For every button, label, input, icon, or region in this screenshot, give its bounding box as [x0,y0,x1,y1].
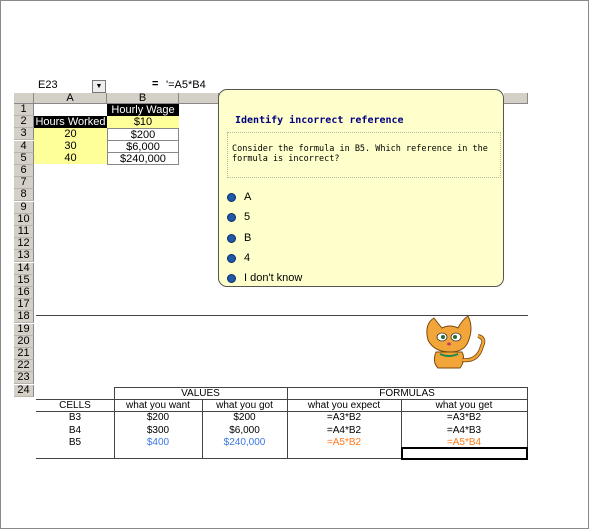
column-header-a[interactable]: A [34,93,107,104]
col-header-what-you-get: what you get [435,400,493,411]
row-header-21[interactable]: 21 [14,348,34,360]
row-header-22[interactable]: 22 [14,360,34,373]
col-header-what-you-got: what you got [216,400,273,411]
row-header-11[interactable]: 11 [14,226,34,238]
table-cell: $240,000 [223,437,266,448]
row-header-10[interactable]: 10 [14,213,34,226]
table-cell: $300 [146,425,170,436]
row-header-20[interactable]: 20 [14,335,34,348]
col-header-what-you-expect: what you expect [307,400,381,411]
cell-b1[interactable]: Hourly Wage [107,104,179,116]
row-header-2[interactable]: 2 [14,116,34,129]
option-4[interactable]: 4 [227,252,250,264]
cell-b5[interactable]: $240,000 [107,152,179,165]
table-cell: $6,000 [229,425,260,436]
cell-a3[interactable]: 20 [34,128,107,140]
row-header-23[interactable]: 23 [14,372,34,385]
column-header-c[interactable] [179,93,219,104]
name-box[interactable]: E23 ▼ [36,79,106,93]
bullet-icon [227,212,236,222]
comparison-table: VALUES FORMULAS CELLS what you want what… [36,387,528,460]
table-cell: =A3*B2 [326,412,362,423]
values-group-header: VALUES [181,388,220,399]
cell-a4[interactable]: 30 [34,140,107,152]
row-header-13[interactable]: 13 [14,250,34,263]
row-header-16[interactable]: 16 [14,287,34,299]
table-cell: =A5*B2 [326,437,362,448]
table-cell: B5 [68,437,82,448]
row-header-4[interactable]: 4 [14,140,34,153]
row-header-24[interactable]: 24 [14,384,34,397]
table-cell: B4 [68,425,82,436]
col-header-cells: CELLS [59,400,91,411]
balloon-title: Identify incorrect reference [235,115,404,126]
table-cell: B3 [68,412,82,423]
bullet-icon [227,192,236,202]
row-header-7[interactable]: 7 [14,177,34,190]
option-a[interactable]: A [227,191,251,203]
bullet-icon [227,253,236,263]
row-header-19[interactable]: 19 [14,323,34,336]
equals-sign: = [152,78,159,90]
table-cell: $400 [146,437,170,448]
bullet-icon [227,233,236,243]
cat-assistant-icon[interactable] [418,310,490,370]
column-header-b[interactable]: B [107,93,179,104]
row-header-8[interactable]: 8 [14,189,34,202]
row-header-9[interactable]: 9 [14,201,34,214]
table-cell: =A4*B2 [326,425,362,436]
balloon-question: Consider the formula in B5. Which refere… [232,144,488,164]
formula-input[interactable]: '=A5*B4 [166,79,206,91]
col-header-what-you-want: what you want [126,400,190,411]
row-header-15[interactable]: 15 [14,274,34,287]
assistant-balloon: Identify incorrect reference Consider th… [218,89,504,287]
table-cell: $200 [233,412,256,423]
row-header-6[interactable]: 6 [14,165,34,177]
table-cell: $200 [146,412,170,423]
bullet-icon [227,273,236,283]
row-header-18[interactable]: 18 [14,311,34,324]
row-header-3[interactable]: 3 [14,128,34,141]
option-i-dont-know[interactable]: I don't know [227,272,302,284]
cell-b2[interactable]: $10 [107,116,179,128]
row-header-14[interactable]: 14 [14,262,34,275]
row-header-1[interactable]: 1 [14,104,34,116]
row-header-12[interactable]: 12 [14,238,34,251]
cell-a5[interactable]: 40 [34,152,107,164]
row-header-5[interactable]: 5 [14,152,34,165]
formulas-group-header: FORMULAS [379,388,435,399]
option-b[interactable]: B [227,232,251,244]
option-5[interactable]: 5 [227,211,250,223]
active-cell-selection[interactable] [401,447,528,460]
row-header-17[interactable]: 17 [14,299,34,312]
name-box-dropdown-icon[interactable]: ▼ [92,80,106,93]
column-header-right[interactable] [504,93,528,104]
name-box-value: E23 [38,79,58,91]
table-cell: =A4*B3 [446,425,482,436]
cell-a2[interactable]: Hours Worked [34,116,107,128]
table-cell: =A3*B2 [446,412,482,423]
